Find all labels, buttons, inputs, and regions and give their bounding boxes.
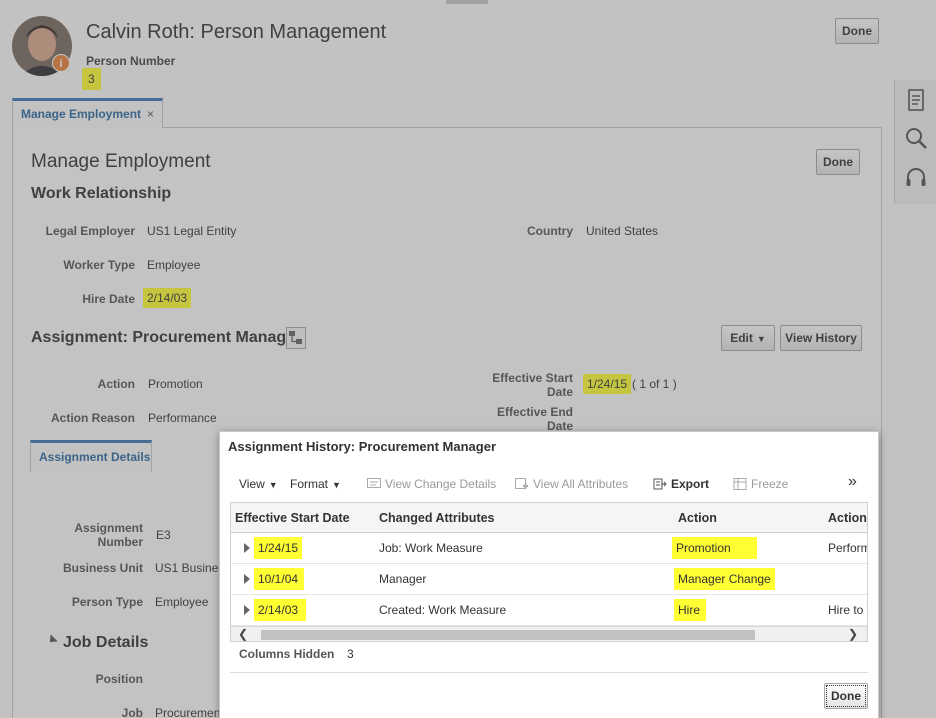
scroll-left-icon[interactable]: ❮: [233, 627, 253, 641]
column-header-action-reason[interactable]: Action: [828, 503, 867, 533]
freeze-button[interactable]: Freeze: [733, 477, 788, 491]
export-icon: [653, 478, 667, 490]
table-row[interactable]: 10/1/04 Manager Manager Change: [231, 564, 867, 595]
expand-icon[interactable]: [244, 543, 250, 553]
scrollbar-thumb[interactable]: [261, 630, 755, 640]
more-icon[interactable]: »: [848, 473, 857, 491]
chevron-down-icon: ▼: [332, 480, 341, 490]
chevron-down-icon: ▼: [268, 480, 278, 490]
view-change-details-button[interactable]: View Change Details: [367, 477, 496, 491]
row-action-reason: Hire to f: [828, 603, 868, 617]
dialog-toolbar: View ▼ Format ▼ View Change Details View A…: [230, 472, 870, 498]
freeze-icon: [733, 478, 747, 490]
format-menu[interactable]: Format ▼: [290, 477, 341, 491]
table-row[interactable]: 2/14/03 Created: Work Measure Hire Hire …: [231, 595, 868, 626]
row-action: Hire: [674, 599, 707, 621]
table-row[interactable]: 1/24/15 Job: Work Measure Promotion Perf…: [231, 533, 868, 564]
horizontal-scrollbar[interactable]: ❮ ❯: [231, 626, 867, 641]
column-header-action[interactable]: Action: [678, 503, 717, 533]
column-header-changed-attributes[interactable]: Changed Attributes: [379, 503, 495, 533]
dialog-title: Assignment History: Procurement Manager: [228, 439, 497, 454]
row-action-reason: Perform: [828, 541, 868, 555]
view-menu[interactable]: View ▼: [239, 477, 278, 491]
row-date: 10/1/04: [254, 568, 305, 590]
expand-icon[interactable]: [244, 574, 250, 584]
row-changed-attributes: Created: Work Measure: [379, 603, 507, 617]
row-changed-attributes: Job: Work Measure: [379, 541, 483, 555]
expand-icon[interactable]: [244, 605, 250, 615]
view-details-icon: [367, 478, 381, 488]
row-action: Manager Change: [674, 568, 775, 590]
scroll-right-icon[interactable]: ❯: [843, 627, 863, 641]
dialog-divider: [230, 672, 868, 673]
row-date: 1/24/15: [254, 537, 303, 559]
row-date: 2/14/03: [254, 599, 307, 621]
attributes-icon: [515, 478, 528, 489]
columns-hidden-label: Columns Hidden: [239, 647, 335, 661]
assignment-history-dialog: Assignment History: Procurement Manager …: [219, 431, 879, 718]
column-header-effective-start-date[interactable]: Effective Start Date: [235, 503, 350, 533]
history-table: Effective Start Date Changed Attributes …: [230, 502, 868, 642]
export-button[interactable]: Export: [653, 477, 709, 491]
row-action: Promotion: [672, 537, 757, 559]
view-all-attributes-button[interactable]: View All Attributes: [515, 477, 628, 491]
row-changed-attributes: Manager: [379, 572, 427, 586]
columns-hidden-value: 3: [347, 647, 354, 661]
dialog-done-button[interactable]: Done: [824, 683, 868, 709]
